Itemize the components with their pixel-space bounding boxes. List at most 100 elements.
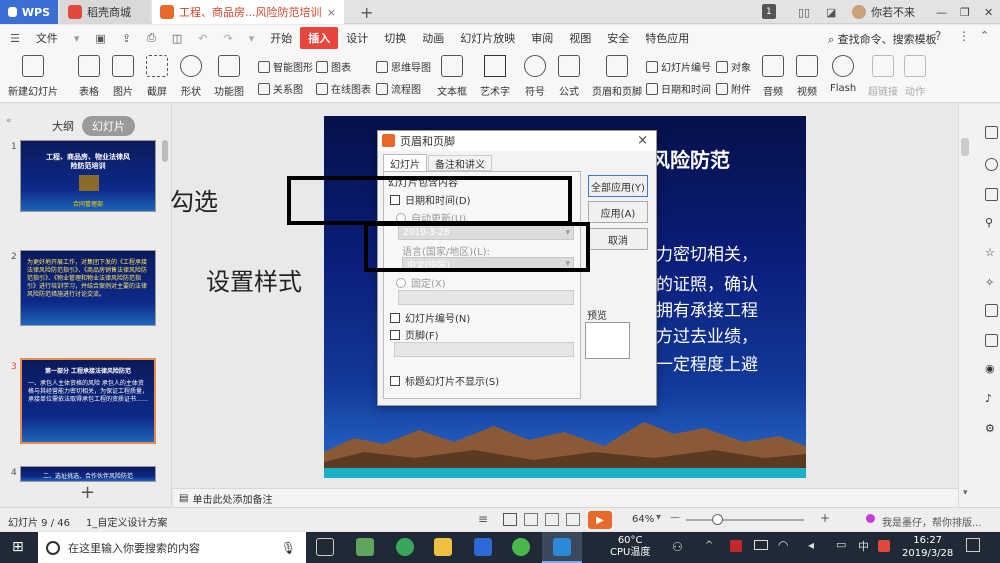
share-icon[interactable] bbox=[985, 304, 998, 317]
notes-app-icon[interactable] bbox=[356, 538, 374, 556]
undo-icon[interactable]: ↶ bbox=[190, 32, 215, 45]
footer-text-input[interactable] bbox=[394, 342, 574, 357]
object-button[interactable]: 对象 bbox=[716, 59, 751, 74]
menu-file[interactable]: 文件 bbox=[28, 30, 66, 46]
ai-icon[interactable]: ✧ bbox=[985, 276, 998, 289]
footer-checkbox[interactable]: 页脚(F) bbox=[390, 327, 439, 342]
star-icon[interactable]: ☆ bbox=[985, 246, 998, 259]
zoom-dropdown-icon[interactable]: ▾ bbox=[656, 512, 661, 523]
wechat-icon[interactable] bbox=[512, 538, 530, 556]
wps-taskbar-icon[interactable] bbox=[474, 538, 492, 556]
clock[interactable]: 16:27 2019/3/28 bbox=[902, 534, 953, 560]
cancel-button[interactable]: 取消 bbox=[588, 228, 648, 250]
tab-outline[interactable]: 大纲 bbox=[42, 116, 84, 136]
properties-icon[interactable] bbox=[985, 126, 998, 139]
dialog-tab-slide[interactable]: 幻灯片 bbox=[383, 154, 427, 171]
slide-scrollbar-thumb[interactable] bbox=[961, 138, 969, 156]
zoom-out-button[interactable]: — bbox=[670, 512, 680, 523]
collapse-ribbon-icon[interactable]: ⌃ bbox=[980, 29, 989, 42]
notes-bar[interactable]: ▤ 单击此处添加备注 bbox=[173, 488, 958, 507]
location-icon[interactable]: ◉ bbox=[985, 362, 998, 375]
tray-app-icon[interactable] bbox=[730, 540, 742, 552]
menu-slideshow[interactable]: 幻灯片放映 bbox=[452, 30, 523, 46]
textbox-button[interactable]: 文本框 bbox=[437, 55, 467, 98]
task-view-icon[interactable] bbox=[316, 538, 334, 556]
hamburger-icon[interactable]: ☰ bbox=[0, 32, 28, 45]
thumbnail-scrollbar[interactable] bbox=[162, 140, 168, 162]
apply-all-button[interactable]: 全部应用(Y) bbox=[588, 175, 648, 197]
save-icon[interactable]: ▣ bbox=[87, 32, 113, 45]
pin-icon[interactable]: ⚲ bbox=[985, 216, 998, 229]
screenshot-button[interactable]: 截屏 bbox=[146, 55, 168, 98]
apply-button[interactable]: 应用(A) bbox=[588, 201, 648, 223]
taskbar-search-box[interactable]: 在这里输入你要搜索的内容 🎙 bbox=[38, 532, 306, 563]
table-button[interactable]: 表格 bbox=[78, 55, 100, 98]
360-browser-icon[interactable] bbox=[396, 538, 414, 556]
speaker-tray-icon[interactable]: ◂ bbox=[808, 538, 814, 552]
picture-panel-icon[interactable] bbox=[985, 334, 998, 347]
tab-document[interactable]: 工程、商品房...风险防范培训 × bbox=[152, 0, 344, 24]
hide-on-title-slide-checkbox[interactable]: 标题幻灯片不显示(S) bbox=[390, 373, 499, 388]
menu-insert[interactable]: 插入 bbox=[300, 27, 339, 49]
tab-slides[interactable]: 幻灯片 bbox=[82, 116, 135, 136]
zoom-slider-thumb[interactable] bbox=[712, 514, 723, 525]
menu-features[interactable]: 特色应用 bbox=[637, 30, 697, 46]
redo-icon[interactable]: ↷ bbox=[215, 32, 240, 45]
slide-thumbnail-1[interactable]: 工程、商品房、物业法律风险防范培训 合同管理部 bbox=[20, 140, 156, 212]
menu-security[interactable]: 安全 bbox=[599, 30, 637, 46]
formula-button[interactable]: 公式 bbox=[558, 55, 580, 98]
more-icon[interactable]: ⋮ bbox=[958, 29, 970, 43]
picture-button[interactable]: 图片 bbox=[112, 55, 134, 98]
notes-toggle-icon[interactable]: ≡ bbox=[478, 512, 488, 526]
chart-button[interactable]: 图表 bbox=[316, 59, 351, 74]
windows-start-icon[interactable]: ⊞ bbox=[12, 540, 26, 554]
collapse-pane-icon[interactable]: « bbox=[6, 116, 12, 126]
flash-button[interactable]: Flash bbox=[830, 55, 856, 94]
action-button[interactable]: 动作 bbox=[904, 55, 926, 98]
command-search[interactable]: ⌕ 查找命令、搜索模板 bbox=[828, 31, 937, 47]
animation-icon[interactable] bbox=[985, 188, 998, 201]
tab-docer-store[interactable]: 稻壳商城 bbox=[60, 0, 150, 24]
flowchart-button[interactable]: 流程图 bbox=[376, 81, 421, 96]
window-layout-icon[interactable]: ▯▯ bbox=[790, 0, 818, 24]
help-icon[interactable]: ? bbox=[935, 29, 941, 43]
dialog-tab-notes[interactable]: 备注和讲义 bbox=[428, 155, 492, 171]
zoom-in-button[interactable]: + bbox=[820, 511, 830, 525]
slide-thumbnail-2[interactable]: 为更好地开展工作，对集团下发的《工程承接法律风险防范指引》、《商品房销售法律风险… bbox=[20, 250, 156, 326]
slide-thumbnail-3-selected[interactable]: 第一部分 工程承接法律风险防范 一、承包人主体资格的风险 承包人的主体资格与其经… bbox=[20, 358, 156, 444]
tray-expand-icon[interactable]: ^ bbox=[705, 540, 713, 551]
play-slideshow-button[interactable]: ▶ bbox=[588, 511, 612, 529]
fixed-date-input[interactable] bbox=[398, 290, 574, 305]
dialog-close-icon[interactable]: × bbox=[637, 133, 648, 148]
menu-view[interactable]: 视图 bbox=[561, 30, 599, 46]
maximize-button[interactable]: ❐ bbox=[952, 0, 978, 24]
video-button[interactable]: 视频 bbox=[796, 55, 818, 98]
sogou-ime-icon[interactable] bbox=[878, 540, 890, 552]
datetime-button[interactable]: 日期和时间 bbox=[646, 81, 711, 96]
menu-design[interactable]: 设计 bbox=[338, 30, 376, 46]
menu-review[interactable]: 审阅 bbox=[523, 30, 561, 46]
slide-number-checkbox[interactable]: 幻灯片编号(N) bbox=[390, 310, 470, 325]
template-name[interactable]: 1_自定义设计方案 bbox=[86, 514, 167, 529]
relation-chart-button[interactable]: 关系图 bbox=[258, 81, 303, 96]
cpu-temperature[interactable]: 60°C CPU温度 bbox=[610, 535, 650, 559]
user-avatar[interactable]: 你若不来 bbox=[844, 0, 923, 24]
symbol-button[interactable]: 符号 bbox=[524, 55, 546, 98]
ime-indicator[interactable]: 中 bbox=[858, 538, 869, 554]
scroll-down-icon[interactable]: ▾ bbox=[963, 488, 968, 498]
shape-button[interactable]: 形状 bbox=[180, 55, 202, 98]
menu-animation[interactable]: 动画 bbox=[414, 30, 452, 46]
mindmap-button[interactable]: 思维导图 bbox=[376, 59, 431, 74]
keyboard-icon[interactable]: ▭ bbox=[836, 538, 846, 551]
volume-icon[interactable]: ♪ bbox=[985, 392, 998, 405]
active-wps-presentation-task[interactable] bbox=[542, 532, 582, 563]
shirt-icon[interactable]: ◪ bbox=[818, 0, 844, 24]
online-chart-button[interactable]: 在线图表 bbox=[316, 81, 371, 96]
tab-wps[interactable]: WPS bbox=[0, 0, 58, 24]
export-icon[interactable]: ⇪ bbox=[114, 32, 139, 45]
smart-art-button[interactable]: 智能图形 bbox=[258, 59, 313, 74]
close-tab-icon[interactable]: × bbox=[327, 6, 336, 19]
fixed-radio[interactable]: 固定(X) bbox=[396, 275, 446, 290]
slide-number-button[interactable]: 幻灯片编号 bbox=[646, 59, 711, 74]
reading-view-icon[interactable] bbox=[545, 513, 559, 526]
